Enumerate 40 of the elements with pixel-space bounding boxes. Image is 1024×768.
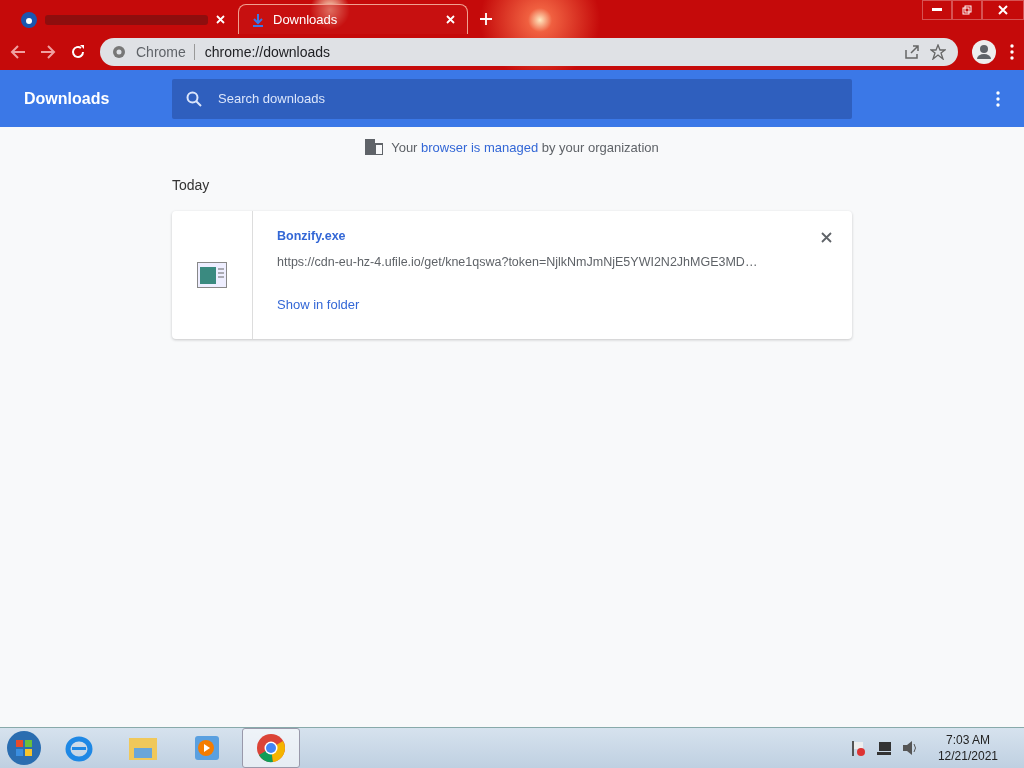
chrome-icon bbox=[112, 45, 126, 59]
menu-icon[interactable] bbox=[1010, 44, 1014, 60]
cloud-icon bbox=[21, 11, 37, 28]
chrome-icon bbox=[256, 733, 286, 763]
network-icon bbox=[875, 740, 892, 756]
share-icon[interactable] bbox=[904, 44, 920, 60]
address-bar[interactable]: Chrome chrome://downloads bbox=[100, 38, 958, 66]
date-heading: Today bbox=[172, 177, 211, 193]
star-icon[interactable] bbox=[930, 44, 946, 60]
forward-icon[interactable] bbox=[40, 44, 56, 60]
tab-title: Downloads bbox=[273, 12, 339, 27]
restore-icon[interactable] bbox=[952, 0, 982, 20]
download-icon bbox=[251, 12, 265, 27]
reload-icon[interactable] bbox=[70, 44, 86, 60]
show-in-folder-link[interactable]: Show in folder bbox=[277, 297, 777, 312]
search-icon bbox=[186, 90, 202, 107]
avatar-icon[interactable] bbox=[972, 40, 996, 64]
speaker-icon bbox=[901, 740, 918, 756]
close-icon[interactable] bbox=[821, 232, 832, 243]
file-icon bbox=[197, 262, 227, 288]
back-icon[interactable] bbox=[10, 44, 26, 60]
clock-date: 12/21/2021 bbox=[937, 748, 998, 764]
browser-tab[interactable]: Downloads bbox=[238, 4, 468, 34]
flag-icon bbox=[849, 740, 866, 756]
file-name-link[interactable]: Bonzify.exe bbox=[277, 229, 777, 243]
taskbar-button[interactable] bbox=[242, 728, 300, 768]
omnibox-label: Chrome bbox=[136, 44, 195, 60]
menu-icon[interactable] bbox=[996, 90, 1000, 107]
managed-link[interactable]: browser is managed bbox=[421, 139, 539, 155]
url-text: chrome://downloads bbox=[204, 44, 331, 60]
start-button[interactable] bbox=[4, 729, 44, 767]
media-player-icon bbox=[194, 735, 220, 761]
source-url: https://cdn-eu-hz-4.ufile.io/get/kne1qswa?token=NjlkNmJmNjE5YWI2N2JhMGE3MD… bbox=[277, 255, 759, 269]
page-title: Downloads bbox=[24, 89, 111, 108]
managed-notice: Your browser is managed by your organization bbox=[391, 139, 659, 155]
minimize-icon[interactable] bbox=[922, 0, 952, 20]
search-field[interactable]: Search downloads bbox=[172, 78, 852, 119]
new-tab-icon[interactable] bbox=[480, 13, 492, 25]
clock-time: 7:03 AM bbox=[944, 732, 991, 748]
building-icon bbox=[365, 139, 384, 155]
